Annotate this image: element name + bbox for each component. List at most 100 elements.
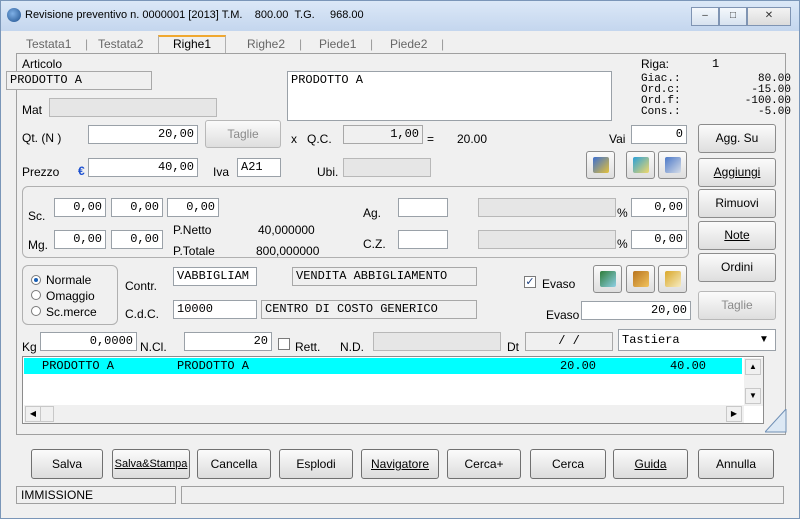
dt-field[interactable]: / / xyxy=(525,332,613,351)
tab-testata1[interactable]: Testata1 xyxy=(26,37,71,51)
package-icon xyxy=(633,271,649,287)
input-mode-select[interactable]: Tastiera xyxy=(618,329,776,351)
cdc-label: C.d.C. xyxy=(125,307,160,321)
quantity-field[interactable]: 20,00 xyxy=(88,125,198,144)
scmerce-label: Sc.merce xyxy=(46,305,97,319)
chevron-down-icon[interactable]: ▼ xyxy=(759,334,769,345)
mg1-field[interactable]: 0,00 xyxy=(54,230,106,249)
rett-checkbox[interactable] xyxy=(278,338,290,350)
aggiungi-button[interactable]: Aggiungi xyxy=(698,158,776,187)
close-icon[interactable]: ✕ xyxy=(747,7,791,26)
scroll-thumb[interactable] xyxy=(40,406,54,422)
ag-label: Ag. xyxy=(363,206,382,220)
salva-button[interactable]: Salva xyxy=(31,449,103,479)
ubi-field[interactable] xyxy=(343,158,431,177)
annulla-button[interactable]: Annulla xyxy=(698,449,774,479)
resize-grip-icon[interactable] xyxy=(765,409,787,433)
row-price: 40.00 xyxy=(669,359,706,373)
sc3-field[interactable]: 0,00 xyxy=(167,198,219,217)
esplodi-button[interactable]: Esplodi xyxy=(279,449,353,479)
dt-label: Dt xyxy=(507,340,519,354)
sc1-field[interactable]: 0,00 xyxy=(54,198,106,217)
ag-field[interactable] xyxy=(398,198,448,217)
lookup-icon-button[interactable] xyxy=(626,151,655,179)
riga-value: 1 xyxy=(712,57,720,71)
list-icon-button[interactable] xyxy=(658,151,687,179)
ag-pct-field[interactable]: 0,00 xyxy=(631,198,687,217)
navigatore-button[interactable]: Navigatore xyxy=(361,449,439,479)
radio-scmerce[interactable] xyxy=(31,306,41,316)
ptotale-value: 800,000000 xyxy=(256,244,320,258)
x-label: x xyxy=(291,132,297,146)
contr-code-field[interactable]: VABBIGLIAM xyxy=(173,267,257,286)
lookup-icon xyxy=(633,157,649,173)
radio-normale[interactable] xyxy=(31,275,41,285)
status-message xyxy=(181,486,784,504)
tab-separator: | xyxy=(441,37,445,51)
iva-label: Iva xyxy=(213,165,230,179)
ubi-label: Ubi. xyxy=(317,165,339,179)
kg-label: Kg xyxy=(22,340,37,354)
title-bar: Revisione preventivo n. 0000001 [2013] T… xyxy=(1,1,799,31)
agg-su-button[interactable]: Agg. Su xyxy=(698,124,776,153)
cancella-button[interactable]: Cancella xyxy=(197,449,271,479)
cdc-code-field[interactable]: 10000 xyxy=(173,300,257,319)
scroll-left-icon[interactable]: ◀ xyxy=(25,406,41,422)
search-doc-icon-button[interactable] xyxy=(658,265,687,293)
horizontal-scrollbar[interactable]: ◀ ▶ xyxy=(24,405,744,423)
prezzo-field[interactable]: 40,00 xyxy=(88,158,198,177)
rimuovi-button[interactable]: Rimuovi xyxy=(698,189,776,218)
evaso-checkbox[interactable]: ✓ xyxy=(524,276,536,288)
tab-piede1[interactable]: Piede1 xyxy=(319,37,356,51)
radio-omaggio[interactable] xyxy=(31,290,41,300)
barcode-icon-button[interactable] xyxy=(593,265,622,293)
cdc-description-field: CENTRO DI COSTO GENERICO xyxy=(261,300,477,319)
row-qty: 20.00 xyxy=(559,359,596,373)
tab-testata2[interactable]: Testata2 xyxy=(98,37,143,51)
articolo-description-field[interactable]: PRODOTTO A xyxy=(287,71,612,121)
nd-field[interactable] xyxy=(373,332,501,351)
righe-grid: PRODOTTO A PRODOTTO A 20.00 40.00 ▲ ▼ ◀ … xyxy=(22,356,764,424)
taglie-button[interactable]: Taglie xyxy=(698,291,776,320)
tab-piede2[interactable]: Piede2 xyxy=(390,37,427,51)
vertical-scrollbar[interactable]: ▲ ▼ xyxy=(744,358,763,406)
quantity-label: Qt. (N ) xyxy=(22,131,62,145)
cerca-button[interactable]: Cerca xyxy=(530,449,606,479)
pnetto-value: 40,000000 xyxy=(258,223,315,237)
iva-field[interactable]: A21 xyxy=(237,158,281,177)
taglie-qty-button[interactable]: Taglie xyxy=(205,120,281,148)
cz-pct-field[interactable]: 0,00 xyxy=(631,230,687,249)
salva-stampa-button[interactable]: Salva&Stampa xyxy=(112,449,190,479)
mat-field[interactable] xyxy=(49,98,217,117)
scroll-up-icon[interactable]: ▲ xyxy=(745,359,761,375)
equals-label: = xyxy=(427,132,435,146)
history-icon-button[interactable] xyxy=(586,151,615,179)
tab-righe1[interactable]: Righe1 xyxy=(158,35,227,53)
ordini-button[interactable]: Ordini xyxy=(698,253,776,282)
cerca-plus-button[interactable]: Cerca+ xyxy=(447,449,521,479)
guida-button[interactable]: Guida xyxy=(613,449,688,479)
rett-label: Rett. xyxy=(295,340,321,354)
mg2-field[interactable]: 0,00 xyxy=(111,230,163,249)
ncl-field[interactable]: 20 xyxy=(184,332,272,351)
minimize-icon[interactable]: – xyxy=(691,7,719,26)
articolo-code-field[interactable]: PRODOTTO A xyxy=(6,71,152,90)
maximize-icon[interactable]: □ xyxy=(719,7,747,26)
list-icon xyxy=(665,157,681,173)
table-row[interactable]: PRODOTTO A PRODOTTO A 20.00 40.00 xyxy=(24,358,742,374)
ag-description-field xyxy=(478,198,616,217)
scroll-down-icon[interactable]: ▼ xyxy=(745,388,761,404)
qc-label: Q.C. xyxy=(307,132,332,146)
sc2-field[interactable]: 0,00 xyxy=(111,198,163,217)
cz-field[interactable] xyxy=(398,230,448,249)
kg-field[interactable]: 0,0000 xyxy=(40,332,137,351)
normale-label: Normale xyxy=(46,273,92,287)
vai-field[interactable]: 0 xyxy=(631,125,687,144)
note-button[interactable]: Note xyxy=(698,221,776,250)
currency-icon: € xyxy=(78,164,85,178)
scroll-right-icon[interactable]: ▶ xyxy=(726,406,742,422)
qc-field[interactable]: 1,00 xyxy=(343,125,423,144)
tab-righe2[interactable]: Righe2 xyxy=(247,37,285,51)
evaso-field[interactable]: 20,00 xyxy=(581,301,691,320)
package-icon-button[interactable] xyxy=(626,265,655,293)
